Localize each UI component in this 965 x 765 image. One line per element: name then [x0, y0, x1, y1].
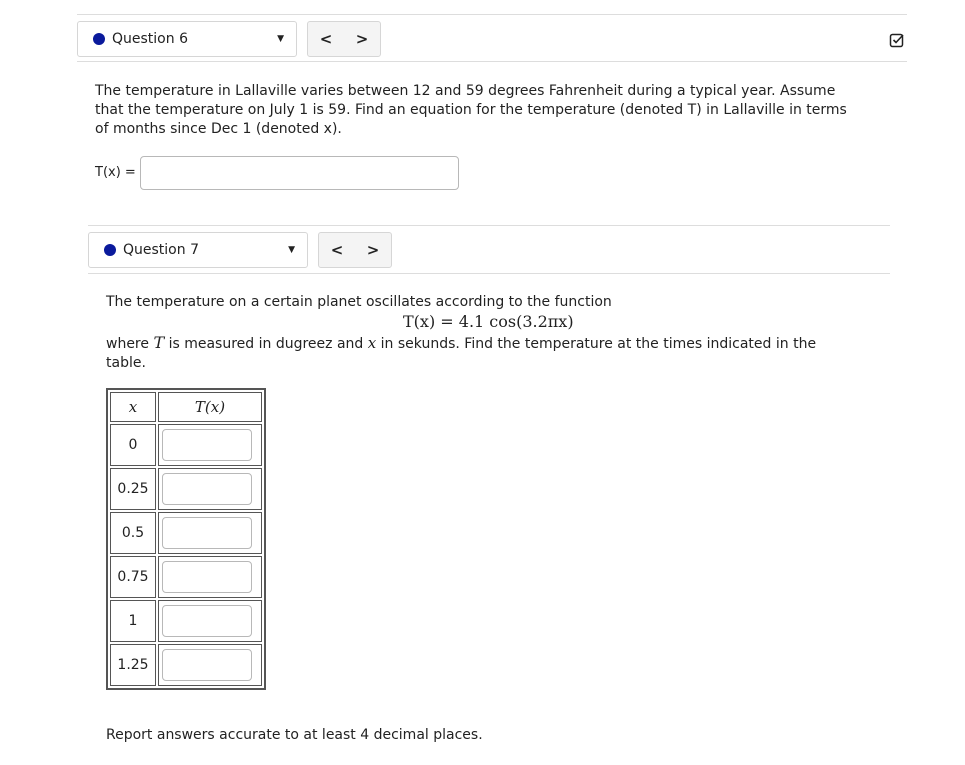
- tx-cell: [158, 468, 262, 510]
- question-6-divider: [77, 61, 907, 62]
- question-6-nav: Question 6 ▼ < >: [77, 20, 381, 58]
- question-7-select[interactable]: Question 7 ▼: [88, 232, 308, 268]
- table-header-x: x: [110, 392, 156, 422]
- table-row: 0.25: [110, 468, 262, 510]
- text-where: where: [106, 336, 149, 352]
- tx-input-2[interactable]: [162, 517, 252, 549]
- text-measured: is measured in dugreez and: [168, 336, 364, 352]
- precision-note: Report answers accurate to at least 4 de…: [106, 727, 483, 743]
- question-7-text: where T is measured in dugreez and x in …: [106, 333, 846, 373]
- top-divider: [77, 14, 907, 15]
- table-row: 0.5: [110, 512, 262, 554]
- tx-cell: [158, 512, 262, 554]
- question-6-label: Question 6: [112, 31, 188, 47]
- prev-question-button[interactable]: <: [319, 233, 355, 267]
- next-question-button[interactable]: >: [344, 22, 380, 56]
- dropdown-caret-icon: ▼: [288, 245, 295, 255]
- question-7-divider: [88, 273, 890, 274]
- prev-question-button[interactable]: <: [308, 22, 344, 56]
- x-value: 1.25: [110, 644, 156, 686]
- tx-input-1[interactable]: [162, 473, 252, 505]
- next-question-button[interactable]: >: [355, 233, 391, 267]
- table-row: 1.25: [110, 644, 262, 686]
- tx-cell: [158, 424, 262, 466]
- question-7-top-divider: [88, 225, 890, 226]
- x-value: 1: [110, 600, 156, 642]
- question-6-text: The temperature in Lallaville varies bet…: [95, 83, 847, 137]
- temperature-table: x T(x) 0 0.25 0.5 0.75 1 1.25: [106, 388, 266, 690]
- t-of-x-input[interactable]: [140, 156, 459, 190]
- dropdown-caret-icon: ▼: [277, 34, 284, 44]
- question-6-pager: < >: [307, 21, 381, 57]
- tx-input-5[interactable]: [162, 649, 252, 681]
- function-formula: T(x) = 4.1 cos(3.2πx): [403, 312, 574, 331]
- x-value: 0.5: [110, 512, 156, 554]
- question-7-label: Question 7: [123, 242, 199, 258]
- x-value: 0.25: [110, 468, 156, 510]
- tx-input-4[interactable]: [162, 605, 252, 637]
- tx-cell: [158, 600, 262, 642]
- tx-cell: [158, 644, 262, 686]
- tx-cell: [158, 556, 262, 598]
- status-dot-icon: [93, 33, 105, 45]
- status-dot-icon: [104, 244, 116, 256]
- tx-input-3[interactable]: [162, 561, 252, 593]
- x-value: 0: [110, 424, 156, 466]
- table-header-tx: T(x): [158, 392, 262, 422]
- table-row: 1: [110, 600, 262, 642]
- table-row: 0: [110, 424, 262, 466]
- question-6-select[interactable]: Question 6 ▼: [77, 21, 297, 57]
- answer-label: T(x) =: [95, 165, 136, 180]
- checkbox-check-icon[interactable]: [889, 32, 905, 48]
- table-row: 0.75: [110, 556, 262, 598]
- question-7-pager: < >: [318, 232, 392, 268]
- var-t: T: [153, 333, 165, 352]
- question-7-nav: Question 7 ▼ < >: [88, 231, 392, 269]
- var-x: x: [367, 334, 377, 352]
- tx-input-0[interactable]: [162, 429, 252, 461]
- x-value: 0.75: [110, 556, 156, 598]
- question-7-intro: The temperature on a certain planet osci…: [106, 294, 612, 310]
